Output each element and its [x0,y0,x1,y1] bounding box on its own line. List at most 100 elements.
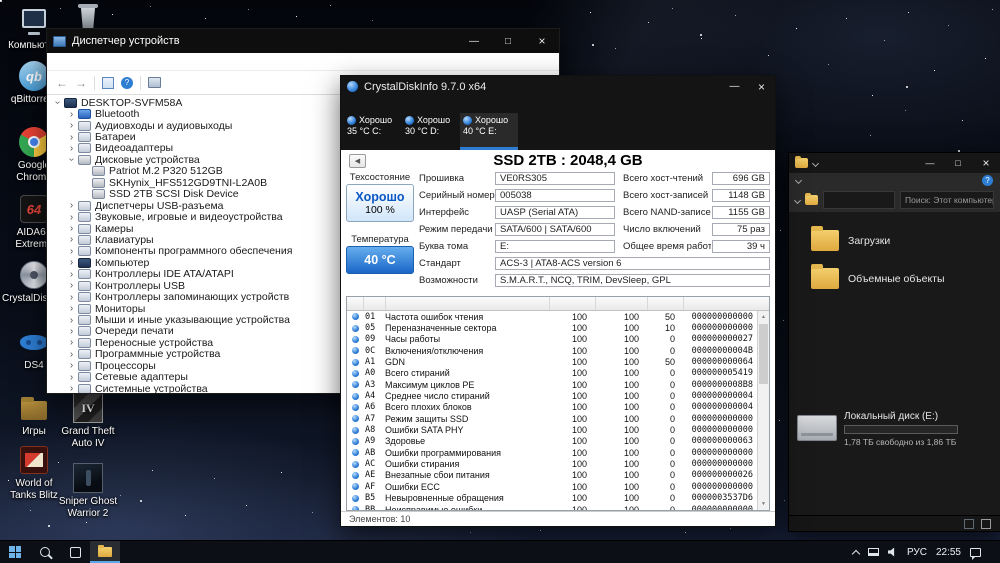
expander-icon[interactable] [66,384,77,393]
network-icon[interactable] [867,548,879,556]
close-button[interactable] [972,153,1000,173]
smart-row[interactable]: AE Внезапные сбои питания 100 100 0 0000… [347,470,757,481]
back-icon[interactable] [56,76,68,90]
column-header[interactable] [595,297,647,310]
search-input[interactable]: Поиск: Этот компьютер [900,191,994,209]
volume-icon[interactable] [887,547,895,557]
address-input[interactable] [823,191,895,209]
minimize-button[interactable] [721,76,748,97]
expander-icon[interactable] [53,97,62,108]
smart-row[interactable]: 0C Включения/отключения 100 100 0 000000… [347,345,757,356]
column-header[interactable] [647,297,683,310]
address-dropdown-icon[interactable] [793,196,802,204]
health-box[interactable]: Хорошо 100 % [346,184,414,222]
search-button[interactable] [30,541,60,563]
expander-icon[interactable] [66,316,77,325]
expander-icon[interactable] [66,213,77,222]
smart-row[interactable]: A7 Режим защиты SSD 100 100 0 0000000000… [347,413,757,424]
close-button[interactable] [748,76,775,97]
expander-icon[interactable] [66,201,77,210]
language-indicator[interactable]: РУС [907,547,927,558]
column-header[interactable] [363,297,385,310]
expander-icon[interactable] [66,133,77,142]
ribbon-expand-icon[interactable] [794,176,803,185]
console-window-icon[interactable] [102,76,114,89]
expander-icon[interactable] [66,224,77,233]
status-dot-icon [351,358,359,366]
expander-icon[interactable] [66,361,77,370]
expander-icon[interactable] [66,304,77,313]
smart-row[interactable]: AF Ошибки ECC 100 100 0 000000000000 [347,481,757,492]
scrollbar-thumb[interactable] [759,324,768,384]
smart-row[interactable]: AB Ошибки программирования 100 100 0 000… [347,447,757,458]
file-item[interactable]: Объемные объекты [811,264,945,289]
expander-icon[interactable] [66,270,77,279]
smart-row[interactable]: A9 Здоровье 100 100 0 000000000063 [347,436,757,447]
prev-drive-button[interactable] [349,154,366,168]
file-item[interactable]: Загрузки [811,226,890,251]
smart-row[interactable]: 01 Частота ошибок чтения 100 100 50 0000… [347,311,757,322]
attr-worst: 100 [623,402,639,413]
scrollbar[interactable] [757,311,769,510]
smart-row[interactable]: 09 Часы работы 100 100 0 000000000027 [347,334,757,345]
drive-tab[interactable]: Хорошо 40 °C E: [460,113,518,150]
smart-row[interactable]: BB Неисправимые ошибки 100 100 0 0000000… [347,504,757,510]
thumbnails-view-icon[interactable] [981,518,991,529]
hidden-icons-chevron-icon[interactable] [851,549,861,558]
smart-row[interactable]: A0 Всего стираний 100 100 0 000000005419 [347,368,757,379]
scroll-down-icon[interactable] [758,498,769,510]
expander-icon[interactable] [66,350,77,359]
close-button[interactable] [525,29,559,53]
minimize-button[interactable] [916,153,944,173]
titlebar[interactable] [789,153,1000,173]
forward-icon[interactable] [75,76,87,90]
smart-row[interactable]: A3 Максимум циклов PE 100 100 0 00000000… [347,379,757,390]
notification-center-icon[interactable] [970,547,981,560]
expander-icon[interactable] [66,338,77,347]
desktop-icon[interactable]: Grand Theft Auto IV [56,392,120,450]
column-header[interactable] [385,297,549,310]
expander-icon[interactable] [66,258,77,267]
expander-icon[interactable] [67,154,76,165]
column-header[interactable] [549,297,595,310]
titlebar[interactable]: CrystalDiskInfo 9.7.0 x64 [341,76,775,97]
attr-raw: 000000005419 [691,368,753,379]
file-explorer-button[interactable] [90,541,120,563]
smart-row[interactable]: AC Ошибки стирания 100 100 0 00000000000… [347,458,757,469]
smart-row[interactable]: A1 GDN 100 100 50 000000000064 [347,356,757,367]
expander-icon[interactable] [66,293,77,302]
smart-row[interactable]: A6 Всего плохих блоков 100 100 0 0000000… [347,402,757,413]
titlebar[interactable]: Диспетчер устройств [47,29,559,53]
expander-icon[interactable] [66,144,77,153]
expander-icon[interactable] [66,110,77,119]
clock[interactable]: 22:55 [936,547,961,558]
help-icon[interactable] [121,76,133,89]
expander-icon[interactable] [66,373,77,382]
maximize-button[interactable] [491,29,525,53]
smart-row[interactable]: B5 Невыровненные обращения 100 100 0 000… [347,493,757,504]
help-icon[interactable] [982,175,993,186]
scroll-up-icon[interactable] [758,311,769,323]
maximize-button[interactable] [944,153,972,173]
smart-row[interactable]: A4 Среднее число стираний 100 100 0 0000… [347,390,757,401]
quick-access-chevron-icon[interactable] [811,159,820,167]
attr-current: 100 [571,436,587,447]
expander-icon[interactable] [66,327,77,336]
column-header[interactable] [683,297,769,310]
expander-icon[interactable] [66,281,77,290]
details-view-icon[interactable] [964,518,974,529]
software-icon [78,246,91,257]
desktop-icon[interactable]: Sniper Ghost Warrior 2 [56,462,120,520]
smart-row[interactable]: 05 Переназначенные сектора 100 100 10 00… [347,322,757,333]
expander-icon[interactable] [66,235,77,244]
drive-item[interactable]: Локальный диск (E:) 1,78 ТБ свободно из … [797,411,958,447]
scan-hardware-icon[interactable] [148,77,161,88]
minimize-button[interactable] [457,29,491,53]
start-button[interactable] [0,541,30,563]
expander-icon[interactable] [66,121,77,130]
drive-tab[interactable]: Хорошо 35 °C C: [344,113,402,150]
drive-tab[interactable]: Хорошо 30 °C D: [402,113,460,150]
expander-icon[interactable] [66,247,77,256]
task-view-button[interactable] [60,541,90,563]
smart-row[interactable]: A8 Ошибки SATA PHY 100 100 0 00000000000… [347,424,757,435]
